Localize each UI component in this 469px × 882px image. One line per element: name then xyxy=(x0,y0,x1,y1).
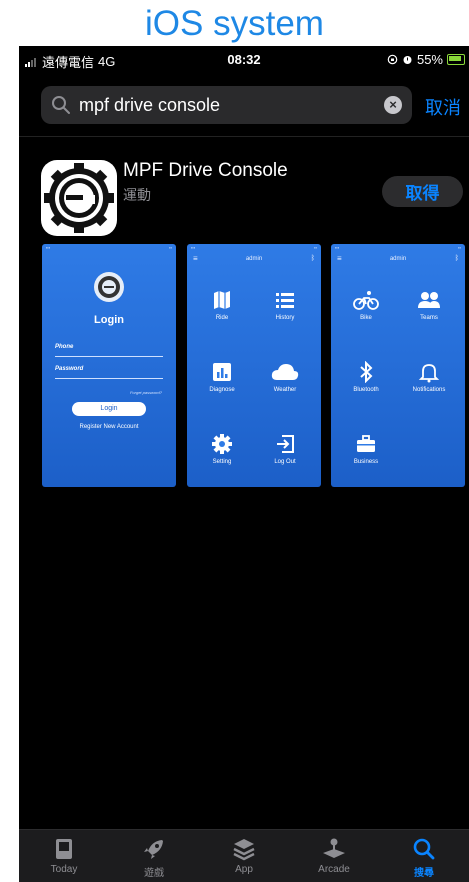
divider xyxy=(19,136,469,137)
search-input[interactable] xyxy=(77,93,384,117)
cloud-icon xyxy=(271,364,299,380)
status-bar: 遠傳電信 4G 08:32 55% xyxy=(19,46,469,74)
menu-item-label: Bike xyxy=(360,315,372,321)
menu-item-label: Setting xyxy=(212,459,232,465)
shot-status-bar: ▪▪▪ ▪▪ xyxy=(46,245,172,250)
tab-bar: Today 遊戲 App Arcade 搜尋 xyxy=(19,829,469,882)
search-icon xyxy=(413,838,435,860)
shot-nav-bar: ≡ admin ᛒ xyxy=(187,252,321,266)
menu-item-diagnose: Diagnose xyxy=(192,361,252,393)
login-button: Login xyxy=(72,402,146,416)
login-logo-icon xyxy=(94,272,124,302)
gear-icon xyxy=(212,434,232,454)
menu-item-label: Ride xyxy=(215,315,229,321)
tab-label: Arcade xyxy=(318,864,350,875)
bluetooth-icon: ᛒ xyxy=(454,255,459,262)
menu-item-logout: Log Out xyxy=(255,433,315,465)
cancel-button[interactable]: 取消 xyxy=(425,94,461,120)
app-icon[interactable] xyxy=(41,160,117,236)
layers-icon xyxy=(233,839,255,861)
app-title[interactable]: MPF Drive Console xyxy=(123,160,288,182)
screenshot-login[interactable]: ▪▪▪ ▪▪ Login Phone Password Forget passwo… xyxy=(42,244,176,487)
rotation-lock-icon xyxy=(387,54,398,65)
tab-arcade[interactable]: Arcade xyxy=(289,830,379,882)
menu-item-history: History xyxy=(255,289,315,321)
menu-item-teams: Teams xyxy=(399,289,459,321)
screenshot-menu-2[interactable]: ▪▪▪ ▪▪ ≡ admin ᛒ Bike Teams Bluetooth Not… xyxy=(331,244,465,487)
map-icon xyxy=(214,291,230,309)
app-category: 運動 xyxy=(123,187,151,203)
bluetooth-icon: ᛒ xyxy=(310,255,315,262)
people-icon xyxy=(418,292,440,308)
battery-icon xyxy=(447,54,465,65)
bluetooth-icon xyxy=(360,361,373,383)
get-button[interactable]: 取得 xyxy=(382,176,463,207)
shot-status-bar: ▪▪▪ ▪▪ xyxy=(191,245,317,250)
caption-title: iOS system xyxy=(145,3,324,43)
joystick-icon xyxy=(323,838,345,858)
menu-item-label: Diagnose xyxy=(209,387,235,393)
tab-label: 搜尋 xyxy=(414,868,434,879)
tab-label: Today xyxy=(50,864,78,875)
tab-today[interactable]: Today xyxy=(19,830,109,882)
today-icon xyxy=(56,839,72,859)
bike-icon xyxy=(353,291,379,310)
tab-label: App xyxy=(235,864,253,875)
menu-item-bluetooth: Bluetooth xyxy=(336,361,396,393)
search-bar[interactable]: × xyxy=(41,86,412,124)
briefcase-icon xyxy=(357,435,375,452)
logout-icon xyxy=(277,435,294,453)
tab-label: 遊戲 xyxy=(144,868,164,879)
alarm-icon xyxy=(403,56,412,64)
gear-e-logo-icon xyxy=(44,163,114,233)
forgot-password-link: Forget password? xyxy=(129,390,162,395)
menu-item-bike: Bike xyxy=(336,289,396,321)
list-icon xyxy=(276,293,294,308)
menu-item-notifications: Notifications xyxy=(399,361,459,393)
status-right: 55% xyxy=(387,52,465,67)
bar-chart-icon xyxy=(213,363,231,381)
menu-item-label: Notifications xyxy=(412,387,446,393)
register-link: Register New Account xyxy=(79,424,139,430)
tab-games[interactable]: 遊戲 xyxy=(109,830,199,882)
phone-label: Phone xyxy=(55,344,74,350)
menu-item-setting: Setting xyxy=(192,433,252,465)
menu-item-label: Teams xyxy=(420,315,438,321)
screenshot-menu-1[interactable]: ▪▪▪ ▪▪ ≡ admin ᛒ Ride History Diagnose We… xyxy=(187,244,321,487)
rocket-icon xyxy=(144,840,163,859)
battery-percent: 55% xyxy=(416,52,443,67)
phone-underline xyxy=(55,356,163,357)
hamburger-icon: ≡ xyxy=(193,254,198,263)
phone-screen: 遠傳電信 4G 08:32 55% × 取消 xyxy=(19,46,469,882)
nav-title: admin xyxy=(389,256,407,262)
menu-item-ride: Ride xyxy=(192,289,252,321)
search-icon xyxy=(52,96,70,114)
bell-icon xyxy=(418,364,440,383)
menu-item-label: Weather xyxy=(273,387,297,393)
hamburger-icon: ≡ xyxy=(337,254,342,263)
password-underline xyxy=(55,378,163,379)
menu-item-label: History xyxy=(275,315,295,321)
menu-item-label: Business xyxy=(353,459,379,465)
tab-apps[interactable]: App xyxy=(199,830,289,882)
shot-status-bar: ▪▪▪ ▪▪ xyxy=(335,245,461,250)
menu-item-weather: Weather xyxy=(255,361,315,393)
login-title: Login xyxy=(94,314,124,326)
password-label: Password xyxy=(55,366,84,372)
menu-item-business: Business xyxy=(336,433,396,465)
menu-item-label: Bluetooth xyxy=(353,387,379,393)
clear-search-button[interactable]: × xyxy=(384,96,402,114)
menu-item-label: Log Out xyxy=(274,459,296,465)
tab-search[interactable]: 搜尋 xyxy=(379,830,469,882)
shot-nav-bar: ≡ admin ᛒ xyxy=(331,252,465,266)
nav-title: admin xyxy=(245,256,263,262)
